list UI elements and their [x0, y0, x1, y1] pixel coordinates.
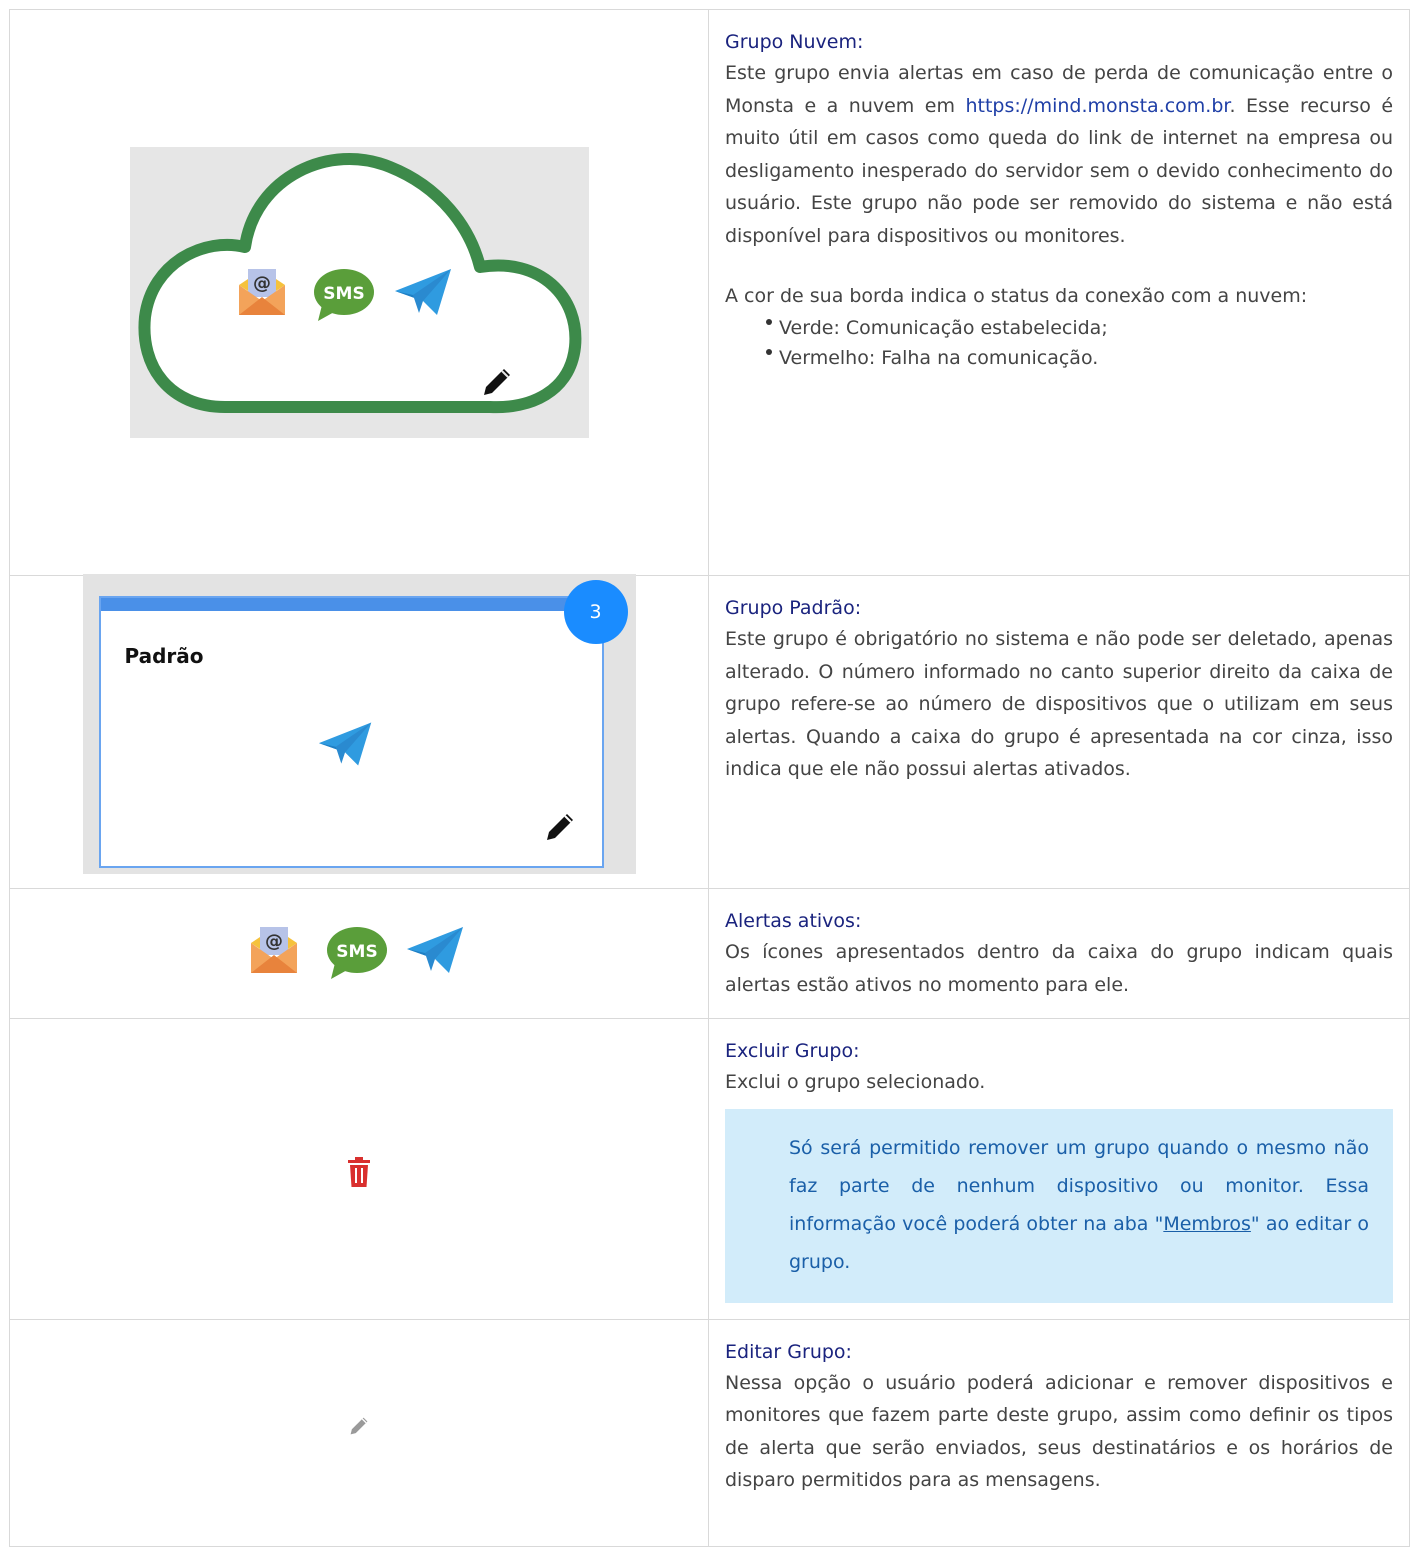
image-cell-nuvem: @ SMS: [9, 9, 709, 576]
group-card-header-bar: [100, 598, 602, 611]
heading-editar-grupo: Editar Grupo:: [725, 1340, 852, 1363]
nuvem-text-part2: . Esse recurso é muito útil em casos com…: [725, 94, 1394, 247]
email-envelope-icon: @: [238, 269, 285, 315]
svg-text:SMS: SMS: [336, 942, 377, 962]
heading-grupo-padrao: Grupo Padrão:: [725, 597, 862, 619]
info-note-text: Só será permitido remover um grupo quand…: [789, 1129, 1369, 1281]
padrao-description: Este grupo é obrigatório no sistema e nã…: [725, 628, 1393, 780]
table-row-alertas: @ SMS Alertas ativos: Os ícones apresent…: [9, 888, 1410, 1019]
device-count-badge: 3: [563, 580, 628, 644]
svg-text:SMS: SMS: [323, 284, 364, 304]
editar-description: Nessa opção o usuário poderá adicionar e…: [725, 1371, 1393, 1492]
image-cell-alertas: @ SMS: [9, 888, 709, 1019]
email-envelope-icon: @: [251, 926, 297, 973]
text-cell-excluir: Excluir Grupo: Exclui o grupo selecionad…: [708, 1018, 1410, 1320]
telegram-plane-icon: [318, 722, 371, 766]
svg-text:@: @: [265, 931, 283, 952]
nuvem-description: Este grupo envia alertas em caso de perd…: [725, 57, 1393, 252]
heading-alertas-ativos: Alertas ativos:: [725, 910, 862, 932]
pencil-icon[interactable]: [348, 1415, 370, 1437]
trash-icon[interactable]: [347, 1156, 371, 1187]
group-card-title: Padrão: [124, 644, 204, 668]
table-row-padrao: Padrão 3 Grupo Padrão: Este grupo é obri…: [9, 574, 1410, 889]
heading-grupo-nuvem: Grupo Nuvem:: [725, 31, 864, 53]
membros-link[interactable]: Membros: [1163, 1213, 1251, 1235]
info-note: Só será permitido remover um grupo quand…: [725, 1108, 1393, 1303]
cloud-group-illustration: @ SMS: [129, 147, 589, 438]
table-row-nuvem: @ SMS Grupo Nuvem: Este grupo envia aler…: [9, 9, 1410, 576]
svg-text:@: @: [253, 273, 271, 294]
padrao-group-illustration: Padrão 3: [82, 574, 636, 874]
image-cell-padrao: Padrão 3: [9, 574, 709, 889]
pencil-icon[interactable]: [480, 365, 514, 399]
excluir-description: Exclui o grupo selecionado.: [725, 1071, 986, 1093]
table-row-excluir: Excluir Grupo: Exclui o grupo selecionad…: [9, 1018, 1410, 1320]
nuvem-border-description: A cor de sua borda indica o status da co…: [725, 285, 1308, 307]
list-item: Verde: Comunicação estabelecida;: [766, 313, 1393, 343]
sms-bubble-icon: SMS: [327, 926, 387, 979]
telegram-plane-icon: [407, 926, 463, 973]
image-cell-excluir: [9, 1018, 709, 1320]
heading-excluir-grupo: Excluir Grupo:: [725, 1040, 860, 1062]
sms-bubble-icon: SMS: [313, 269, 374, 321]
alertas-description: Os ícones apresentados dentro da caixa d…: [725, 941, 1393, 996]
text-cell-editar: Editar Grupo: Nessa opção o usuário pode…: [708, 1318, 1410, 1547]
text-cell-padrao: Grupo Padrão: Este grupo é obrigatório n…: [708, 575, 1410, 889]
group-card[interactable]: Padrão: [98, 596, 604, 868]
telegram-plane-icon: [394, 269, 451, 315]
monsta-cloud-link[interactable]: https://mind.monsta.com.br: [965, 95, 1229, 117]
image-cell-editar: [9, 1318, 709, 1547]
text-cell-alertas: Alertas ativos: Os ícones apresentados d…: [708, 888, 1410, 1019]
table-row-editar: Editar Grupo: Nessa opção o usuário pode…: [9, 1318, 1410, 1547]
pencil-icon[interactable]: [543, 810, 577, 844]
status-color-list: Verde: Comunicação estabelecida; Vermelh…: [725, 313, 1393, 373]
help-table: @ SMS Grupo Nuvem: Este grupo envia aler…: [9, 9, 1410, 1547]
text-cell-nuvem: Grupo Nuvem: Este grupo envia alertas em…: [708, 9, 1410, 576]
list-item: Vermelho: Falha na comunicação.: [766, 343, 1393, 373]
alert-icons-group: @ SMS: [249, 919, 469, 981]
